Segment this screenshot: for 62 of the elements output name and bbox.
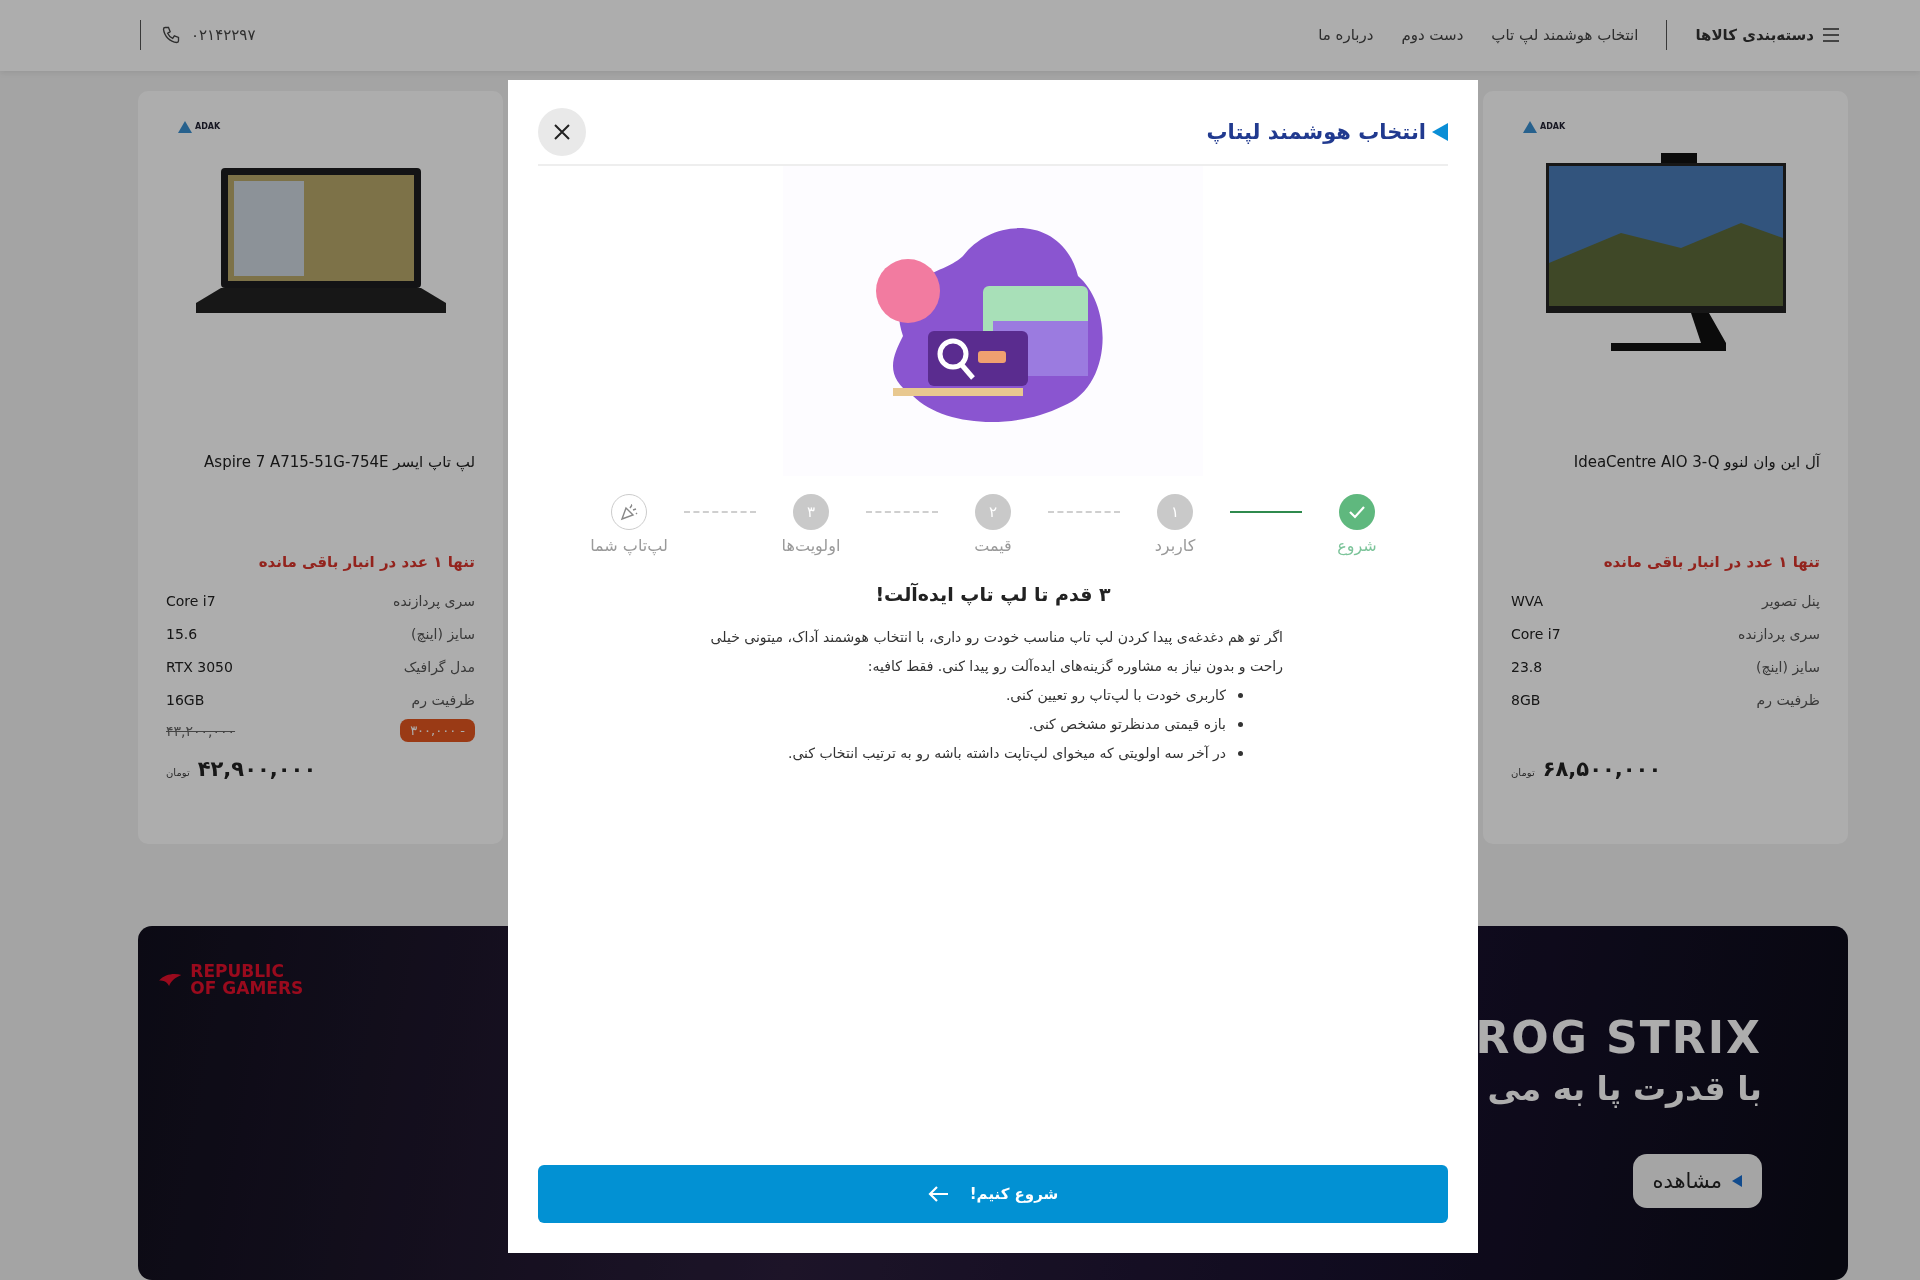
price: ۶۸,۵۰۰,۰۰۰	[1542, 756, 1662, 781]
spec-label: ظرفیت رم	[411, 692, 475, 709]
spec-value: 16GB	[166, 692, 205, 709]
spec-value: 23.8	[1511, 659, 1543, 676]
bullet-item: در آخر سه اولویتی که میخوای لپ‌تاپت داشته باشه رو به ترتیب انتخاب کنی.	[787, 744, 1226, 764]
step-label: کاربرد	[1154, 536, 1196, 555]
bullet-icon	[1238, 722, 1243, 727]
spec-label: پنل تصویر	[1761, 593, 1820, 610]
dialog-title: انتخاب هوشمند لپتاپ	[1206, 120, 1426, 144]
brand-logo: ADAK	[178, 120, 221, 133]
bullet-item: بازه قیمتی مدنظرتو مشخص کنی.	[1028, 715, 1226, 735]
spec-value: Core i7	[1511, 626, 1561, 643]
spec-value: WVA	[1511, 593, 1544, 610]
price: ۴۲,۹۰۰,۰۰۰	[197, 756, 317, 781]
spec-label: سری پردازنده	[1738, 626, 1820, 643]
banner-subtitle: با قدرت پا به می	[1487, 1068, 1762, 1108]
spec-value: RTX 3050	[166, 659, 233, 676]
step-label: قیمت	[974, 536, 1012, 555]
brand-logo: REPUBLIC OF GAMERS	[158, 959, 308, 1000]
bullet-item: کاربری خودت با لپ‌تاپ رو تعیین کنی.	[1005, 686, 1226, 706]
check-icon	[1348, 505, 1366, 519]
arrow-left-icon	[927, 1185, 950, 1203]
intro-text: اگر تو هم دغدغه‌ی پیدا کردن لپ تاپ مناسب خودت رو داری، با انتخاب هوشمند آداک، میتونی خیلی راحت و بدون نیاز به مشاوره گزینه‌های ایده‌آلت رو پیدا کنی. فقط کافیه:	[709, 628, 1283, 677]
triangle-icon	[1432, 123, 1448, 141]
spec-label: سری پردازنده	[393, 593, 475, 610]
product-title[interactable]: لپ تاپ ایسر Aspire 7 A715-51G-754E	[166, 452, 475, 553]
bullet-icon	[1238, 751, 1243, 756]
phone-number: ۰۲۱۴۲۲۹۷	[191, 26, 256, 45]
categories-label: دسته‌بندی کالاها	[1695, 26, 1814, 45]
steps-heading: ۳ قدم تا لپ تاپ ایده‌آلت!	[874, 583, 1112, 605]
close-button[interactable]	[538, 108, 586, 156]
spec-value: Core i7	[166, 593, 216, 610]
currency: تومان	[1511, 766, 1535, 778]
spec-label: مدل گرافیک	[403, 659, 475, 676]
product-title[interactable]: آل این وان لنوو IdeaCentre AIO 3-Q	[1511, 452, 1820, 553]
spec-value: 15.6	[166, 626, 198, 643]
spec-label: ظرفیت رم	[1756, 692, 1820, 709]
party-popper-icon	[619, 502, 639, 522]
spec-label: سایز (اینچ)	[1755, 659, 1820, 676]
banner-title: ROG STRIX	[1475, 1011, 1762, 1063]
spec-label: سایز (اینچ)	[410, 626, 475, 643]
discount-tag: - ۳۰۰,۰۰۰	[400, 719, 475, 743]
stock-note: تنها ۱ عدد در انبار باقی مانده	[1602, 552, 1820, 571]
nav-link[interactable]: درباره ما	[1318, 26, 1374, 45]
view-button[interactable]: مشاهده	[1632, 1153, 1762, 1208]
step-label: شروع	[1337, 536, 1377, 555]
step-label: لپ‌تاپ شما	[590, 536, 668, 555]
step-label: اولویت‌ها	[781, 536, 841, 555]
currency: تومان	[166, 766, 190, 778]
caret-icon	[1732, 1174, 1742, 1187]
menu-icon	[1822, 28, 1840, 43]
phone-icon	[161, 25, 181, 46]
start-button[interactable]: شروع کنیم!	[538, 1165, 1448, 1223]
old-price: ۴۳,۲۰۰,۰۰۰	[166, 722, 236, 739]
spec-value: 8GB	[1511, 692, 1541, 709]
close-icon	[553, 123, 571, 141]
nav-link[interactable]: دست دوم	[1401, 26, 1464, 45]
brand-logo: ADAK	[1523, 120, 1566, 133]
categories-menu[interactable]: دسته‌بندی کالاها	[1695, 26, 1840, 45]
nav-link[interactable]: انتخاب هوشمند لپ تاپ	[1491, 26, 1639, 45]
stock-note: تنها ۱ عدد در انبار باقی مانده	[257, 552, 475, 571]
bullet-icon	[1238, 693, 1243, 698]
